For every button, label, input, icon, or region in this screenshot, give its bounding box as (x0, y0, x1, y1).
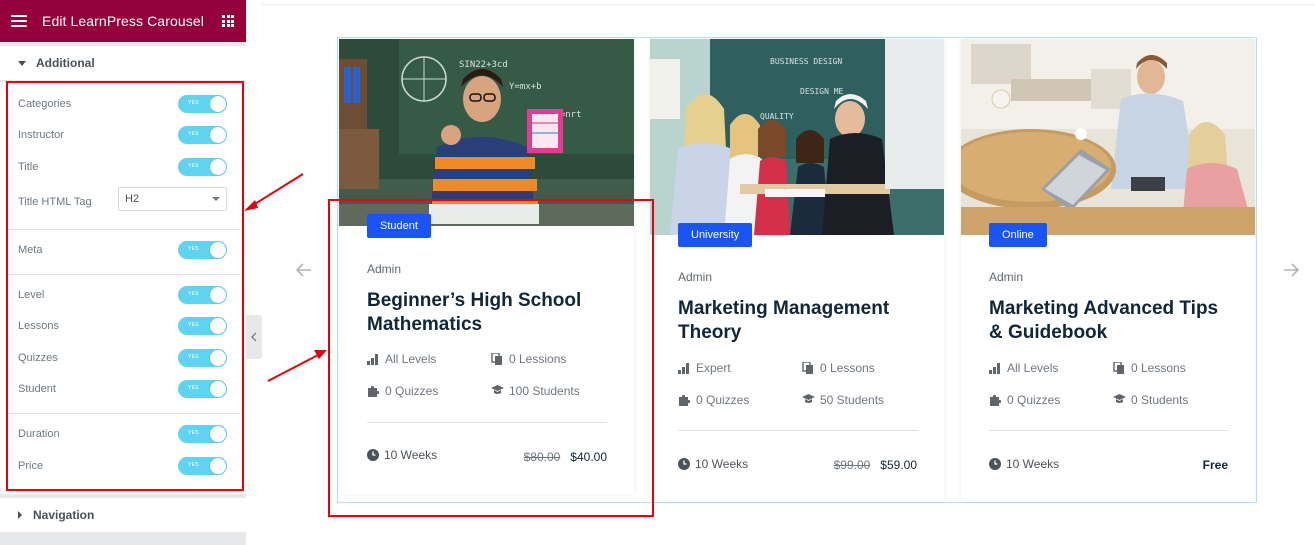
meta-level: All Levels (989, 361, 1058, 375)
current-price: $59.00 (880, 458, 917, 472)
highlight-box-card (328, 199, 654, 517)
section-additional-label: Additional (36, 56, 95, 70)
card-divider (678, 430, 918, 431)
duration-text: 10 Weeks (695, 457, 749, 471)
course-price: Free (1203, 458, 1228, 472)
arrow-left-icon[interactable] (295, 261, 313, 279)
meta-level-text: All Levels (1007, 361, 1059, 375)
clock-icon (678, 458, 690, 470)
card-divider (989, 430, 1229, 431)
arrow-right-icon[interactable] (1282, 261, 1300, 279)
panel-title: Edit LearnPress Carousel (42, 13, 204, 29)
old-price: $99.00 (833, 458, 871, 472)
clock-icon (989, 458, 1001, 470)
panel-header: Edit LearnPress Carousel (0, 0, 246, 42)
current-price: Free (1202, 458, 1228, 472)
copy-icon (1113, 362, 1124, 374)
meta-quizzes: 0 Quizzes (989, 393, 1060, 407)
duration-text: 10 Weeks (1006, 457, 1060, 471)
graduation-cap-icon (802, 394, 815, 403)
bar-chart-icon (678, 363, 689, 374)
graduation-cap-icon (1113, 394, 1126, 403)
caret-right-icon (18, 511, 22, 519)
meta-quizzes-text: 0 Quizzes (696, 393, 750, 407)
caret-down-icon (18, 60, 26, 66)
course-duration: 10 Weeks (678, 457, 748, 471)
course-duration: 10 Weeks (989, 457, 1059, 471)
meta-students: 50 Students (802, 393, 884, 407)
course-author[interactable]: Admin (989, 270, 1023, 284)
course-price: $99.00 $59.00 (834, 458, 917, 472)
svg-text:SIN22+3cd: SIN22+3cd (459, 60, 508, 70)
meta-lessons-text: 0 Lessons (820, 361, 875, 375)
meta-students-text: 50 Students (820, 393, 885, 407)
svg-text:BUSINESS DESIGN: BUSINESS DESIGN (770, 57, 842, 66)
puzzle-icon (679, 394, 691, 406)
meta-level: Expert (678, 361, 731, 375)
copy-icon (802, 362, 813, 374)
annotation-arrows (244, 173, 327, 382)
course-image[interactable]: SIN22+3cd Y=mx+b pv=nrt (339, 39, 634, 226)
section-additional[interactable]: Additional (0, 46, 246, 80)
svg-text:DESIGN ME: DESIGN ME (800, 87, 844, 96)
meta-lessons: 0 Lessons (802, 361, 875, 375)
hamburger-icon[interactable] (11, 15, 27, 27)
category-badge[interactable]: University (678, 223, 753, 247)
section-navigation-label: Navigation (33, 508, 95, 522)
section-navigation-wrap: Navigation (0, 498, 246, 532)
meta-quizzes-text: 0 Quizzes (1007, 393, 1061, 407)
highlight-box-controls (6, 81, 244, 491)
course-title[interactable]: Marketing Management Theory (678, 297, 926, 345)
meta-quizzes: 0 Quizzes (678, 393, 749, 407)
section-navigation[interactable]: Navigation (0, 498, 246, 532)
course-author[interactable]: Admin (678, 270, 712, 284)
course-image[interactable] (961, 39, 1255, 235)
category-badge[interactable]: Online (989, 223, 1047, 247)
meta-lessons-text: 0 Lessons (1131, 361, 1186, 375)
meta-lessons: 0 Lessons (1113, 361, 1186, 375)
svg-text:QUALITY: QUALITY (760, 112, 794, 121)
svg-text:Y=mx+b: Y=mx+b (509, 82, 542, 92)
grid-icon[interactable] (222, 15, 234, 27)
meta-students-text: 0 Students (1131, 393, 1189, 407)
course-card[interactable]: Online Admin Marketing Advanced Tips & G… (961, 39, 1255, 502)
course-image[interactable]: BUSINESS DESIGN DESIGN ME QUALITY (650, 39, 944, 235)
course-title[interactable]: Marketing Advanced Tips & Guidebook (989, 297, 1237, 345)
puzzle-icon (990, 394, 1002, 406)
meta-students: 0 Students (1113, 393, 1188, 407)
meta-level-text: Expert (696, 361, 731, 375)
bar-chart-icon (989, 363, 1000, 374)
course-card[interactable]: BUSINESS DESIGN DESIGN ME QUALITY Univer… (650, 39, 944, 502)
top-rule (262, 4, 1315, 5)
